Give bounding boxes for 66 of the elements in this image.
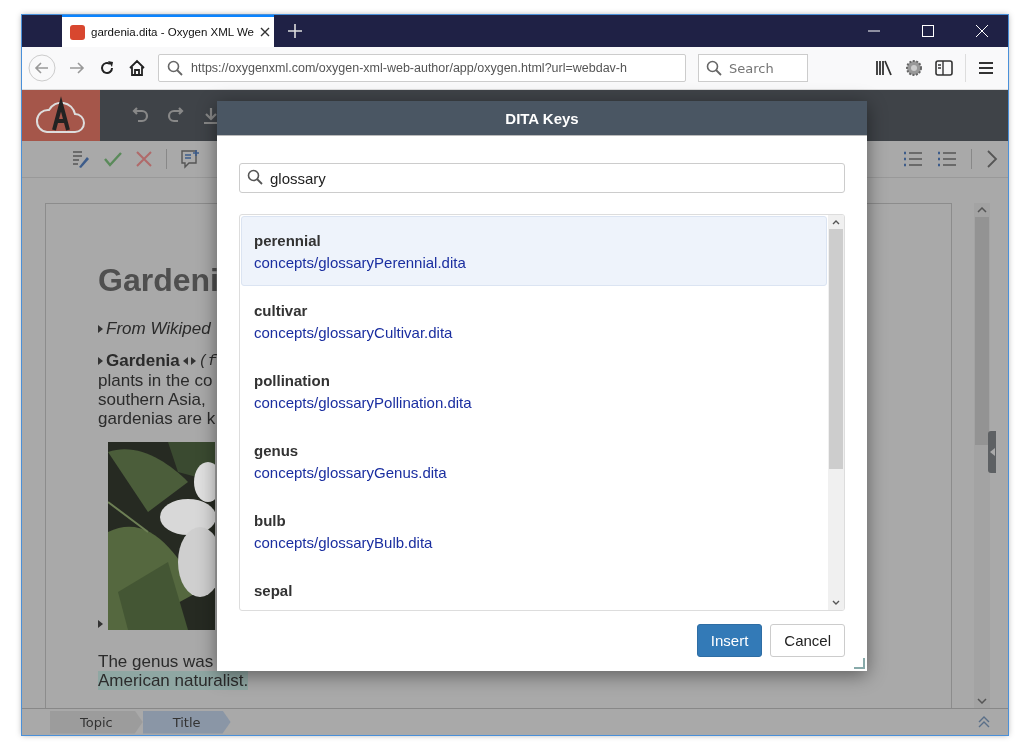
new-tab-icon[interactable] xyxy=(288,24,302,38)
tab-title: gardenia.dita - Oxygen XML We xyxy=(91,26,254,38)
key-list-item[interactable]: perennial concepts/glossaryPerennial.dita xyxy=(241,216,827,286)
tag-marker-icon[interactable] xyxy=(98,620,103,628)
browser-tab[interactable]: gardenia.dita - Oxygen XML We xyxy=(62,15,274,47)
key-name: perennial xyxy=(254,232,322,249)
add-comment-icon[interactable] xyxy=(181,149,201,169)
edit-document-icon[interactable] xyxy=(70,149,90,169)
address-field[interactable]: https://oxygenxml.com/oxygen-xml-web-author/app/oxygen.html?url=webdav-h xyxy=(158,54,686,82)
cloud-pen-icon xyxy=(35,95,87,136)
search-field[interactable]: glossary xyxy=(239,163,845,193)
key-list-item[interactable]: cultivar concepts/glossaryCultivar.dita xyxy=(241,286,827,356)
key-name: pollination xyxy=(254,372,331,389)
chevron-right-icon[interactable] xyxy=(986,150,998,168)
breadcrumb[interactable]: Title xyxy=(142,710,231,734)
redo-icon[interactable] xyxy=(166,106,186,125)
key-name: sepal xyxy=(254,582,294,599)
library-icon[interactable] xyxy=(875,60,893,76)
key-path: concepts/glossaryBulb.dita xyxy=(254,534,434,551)
key-path: concepts/glossaryPerennial.dita xyxy=(254,254,467,271)
search-icon xyxy=(247,169,263,185)
caret-down-icon[interactable] xyxy=(832,600,840,605)
tag-marker-icon[interactable] xyxy=(182,357,188,365)
insert-button[interactable]: Insert xyxy=(696,624,763,657)
key-list-item[interactable]: bulb concepts/glossaryBulb.dita xyxy=(241,496,827,566)
maximize-icon[interactable] xyxy=(922,25,934,37)
caret-up-icon[interactable] xyxy=(977,207,987,213)
highlighted-text[interactable]: American naturalist. xyxy=(98,671,249,690)
numbered-list-icon[interactable] xyxy=(937,150,957,168)
scrollbar[interactable] xyxy=(828,215,844,610)
key-list-item[interactable]: genus concepts/glossaryGenus.dita xyxy=(241,426,827,496)
short-description[interactable]: From Wikiped xyxy=(106,319,211,339)
dialog-title: DITA Keys xyxy=(217,101,867,136)
key-path: concepts/glossaryPollination.dita xyxy=(254,394,473,411)
caret-up-icon[interactable] xyxy=(832,220,840,225)
reload-icon[interactable] xyxy=(98,59,116,77)
app-logo[interactable] xyxy=(22,90,100,141)
caret-down-icon[interactable] xyxy=(977,698,987,704)
gear-icon[interactable] xyxy=(905,59,923,77)
undo-icon[interactable] xyxy=(130,106,150,125)
home-icon[interactable] xyxy=(128,59,146,77)
key-path: concepts/glossaryCultivar.dita xyxy=(254,324,454,341)
key-list-item[interactable]: pollination concepts/glossaryPollination.dita xyxy=(241,356,827,426)
key-path: concepts/glossaryGenus.dita xyxy=(254,464,448,481)
search-icon xyxy=(706,60,722,76)
key-list-item[interactable]: sepal xyxy=(241,566,827,610)
key-name: genus xyxy=(254,442,300,459)
breadcrumb[interactable]: Topic xyxy=(50,710,143,734)
tag-marker-icon[interactable] xyxy=(190,357,196,365)
resize-grip-icon[interactable] xyxy=(853,657,865,669)
sidebar-icon[interactable] xyxy=(935,60,953,76)
tag-marker-icon[interactable] xyxy=(98,325,103,333)
key-name: cultivar xyxy=(254,302,309,319)
bulleted-list-icon[interactable] xyxy=(903,150,923,168)
scrollbar[interactable] xyxy=(974,203,990,708)
key-name: bulb xyxy=(254,512,287,529)
menu-icon[interactable] xyxy=(978,61,994,75)
tag-marker-icon[interactable] xyxy=(98,357,103,365)
phrase-text[interactable]: (f xyxy=(198,352,217,370)
cancel-button[interactable]: Cancel xyxy=(770,624,845,657)
search-field[interactable]: Search xyxy=(698,54,808,82)
download-icon[interactable] xyxy=(202,106,220,125)
close-icon[interactable] xyxy=(260,27,270,37)
search-icon xyxy=(167,60,183,76)
term-text[interactable]: Gardenia xyxy=(106,351,180,371)
side-panel-toggle[interactable] xyxy=(988,431,996,473)
